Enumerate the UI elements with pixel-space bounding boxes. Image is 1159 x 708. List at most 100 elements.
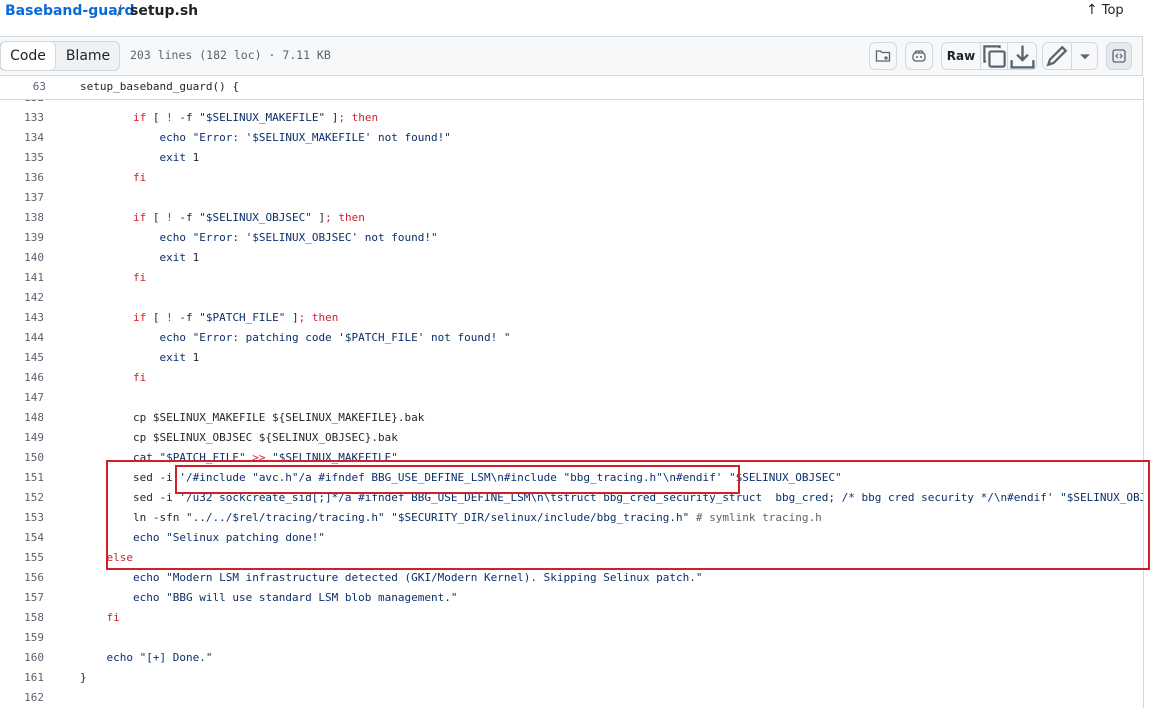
line-number[interactable]: 146 [0,371,44,384]
copilot-icon [912,50,926,62]
top-bar: Baseband-guard / setup.sh ↑ Top [0,0,1159,28]
line-code: cat "$PATCH_FILE" >> "$SELINUX_MAKEFILE" [80,451,398,464]
top-link[interactable]: ↑ Top [1086,2,1124,18]
file-info: 203 lines (182 loc) · 7.11 KB [130,48,331,62]
copy-button[interactable] [980,43,1008,69]
sticky-line-number: 63 [32,80,46,93]
download-button[interactable] [1007,43,1037,69]
code-square-icon [1112,49,1126,63]
download-icon [1010,45,1035,69]
line-code: else [106,551,134,564]
line-number[interactable]: 139 [0,231,44,244]
line-number[interactable]: 140 [0,251,44,264]
line-number[interactable]: 135 [0,151,44,164]
line-number[interactable]: 156 [0,571,44,584]
top-link-label: Top [1101,3,1124,18]
line-code: exit 1 [159,351,200,364]
line-number[interactable]: 158 [0,611,44,624]
sticky-function-name: setup_baseband_guard() { [80,80,239,93]
line-number[interactable]: 145 [0,351,44,364]
line-code: echo "BBG will use standard LSM blob man… [132,591,458,604]
copilot-button[interactable] [905,42,933,70]
line-number[interactable]: 141 [0,271,44,284]
code-line: 133 if [ ! -f "$SELINUX_MAKEFILE" ]; the… [0,108,1143,128]
code-line: 149 cp $SELINUX_OBJSEC ${SELINUX_OBJSEC}… [0,428,1143,448]
line-number[interactable]: 151 [0,471,44,484]
line-code: cp $SELINUX_OBJSEC ${SELINUX_OBJSEC}.bak [80,431,398,444]
line-number[interactable]: 150 [0,451,44,464]
code-line: 152 sed -i '/u32 sockcreate_sid[;]*/a #i… [0,488,1143,508]
line-code: if [ ! -f "$SELINUX_OBJSEC" ]; then [132,211,365,224]
line-code: fi [106,611,120,624]
code-line: 141 fi [0,268,1143,288]
line-code: fi [132,171,147,184]
code-line: 134 echo "Error: '$SELINUX_MAKEFILE' not… [0,128,1143,148]
code-line: 148 cp $SELINUX_MAKEFILE ${SELINUX_MAKEF… [0,408,1143,428]
line-number[interactable]: 148 [0,411,44,424]
line-number[interactable]: 133 [0,111,44,124]
code-line: 156 echo "Modern LSM infrastructure dete… [0,568,1143,588]
line-number[interactable]: 137 [0,191,44,204]
code-line: 138 if [ ! -f "$SELINUX_OBJSEC" ]; then [0,208,1143,228]
code-line: 160 echo "[+] Done." [0,648,1143,668]
line-number[interactable]: 149 [0,431,44,444]
line-code: fi [132,271,147,284]
code-line: 139 echo "Error: '$SELINUX_OBJSEC' not f… [0,228,1143,248]
line-number[interactable]: 157 [0,591,44,604]
code-line: 157 echo "BBG will use standard LSM blob… [0,588,1143,608]
line-code: if [ ! -f "$PATCH_FILE" ]; then [132,311,339,324]
raw-label: Raw [946,49,976,63]
line-number[interactable]: 155 [0,551,44,564]
line-number[interactable]: 160 [0,651,44,664]
line-number[interactable]: 134 [0,131,44,144]
line-number[interactable]: 153 [0,511,44,524]
line-number[interactable]: 147 [0,391,44,404]
folder-plus-icon [875,50,891,62]
add-to-folder-button[interactable] [869,42,897,70]
line-number[interactable]: 152 [0,491,44,504]
code-line: 162 [0,688,1143,708]
breadcrumb-separator: / [117,3,122,19]
vertical-scrollbar[interactable] [1143,77,1159,708]
line-number[interactable]: 162 [0,691,44,704]
code-line: 155 else [0,548,1143,568]
arrow-up-icon: ↑ [1086,2,1098,18]
line-code: if [ ! -f "$SELINUX_MAKEFILE" ]; then [132,111,379,124]
line-number[interactable]: 143 [0,311,44,324]
line-number[interactable]: 144 [0,331,44,344]
code-line: 145 exit 1 [0,348,1143,368]
line-number[interactable]: 142 [0,291,44,304]
line-number[interactable]: 159 [0,631,44,644]
line-number[interactable]: 136 [0,171,44,184]
line-number[interactable]: 154 [0,531,44,544]
edit-button[interactable] [1043,43,1071,69]
code-line: 154 echo "Selinux patching done!" [0,528,1143,548]
raw-copy-download-group: Raw [941,42,1037,70]
edit-dropdown-button[interactable] [1071,43,1098,69]
line-number[interactable]: 138 [0,211,44,224]
copy-icon [983,44,1006,68]
line-code: echo "Error: '$SELINUX_OBJSEC' not found… [159,231,438,244]
pencil-icon [1046,45,1068,67]
line-code: echo "Modern LSM infrastructure detected… [132,571,703,584]
line-code: cp $SELINUX_MAKEFILE ${SELINUX_MAKEFILE}… [80,411,425,424]
view-switcher: Code Blame [0,41,120,71]
line-code: ln -sfn "../../$rel/tracing/tracing.h" "… [80,511,822,524]
code-line: 151 sed -i '/#include "avc.h"/a #ifndef … [0,468,1143,488]
edit-group [1042,42,1098,70]
line-code: echo "Selinux patching done!" [132,531,326,544]
line-code: echo "[+] Done." [106,651,213,664]
line-code: exit 1 [159,251,200,264]
line-number[interactable]: 161 [0,671,44,684]
sticky-function-header[interactable]: 63 setup_baseband_guard() { [0,77,1143,100]
code-line: 153 ln -sfn "../../$rel/tracing/tracing.… [0,508,1143,528]
code-tab[interactable]: Code [0,41,56,71]
code-line: 158 fi [0,608,1143,628]
symbols-panel-button[interactable] [1106,42,1132,70]
code-line: 137 [0,188,1143,208]
breadcrumb-repo-link[interactable]: Baseband-guard [5,3,135,19]
line-code: sed -i '/u32 sockcreate_sid[;]*/a #ifnde… [80,491,1143,504]
raw-button[interactable]: Raw [942,43,980,69]
breadcrumb-file-name: setup.sh [130,3,199,19]
blame-tab[interactable]: Blame [58,42,118,70]
